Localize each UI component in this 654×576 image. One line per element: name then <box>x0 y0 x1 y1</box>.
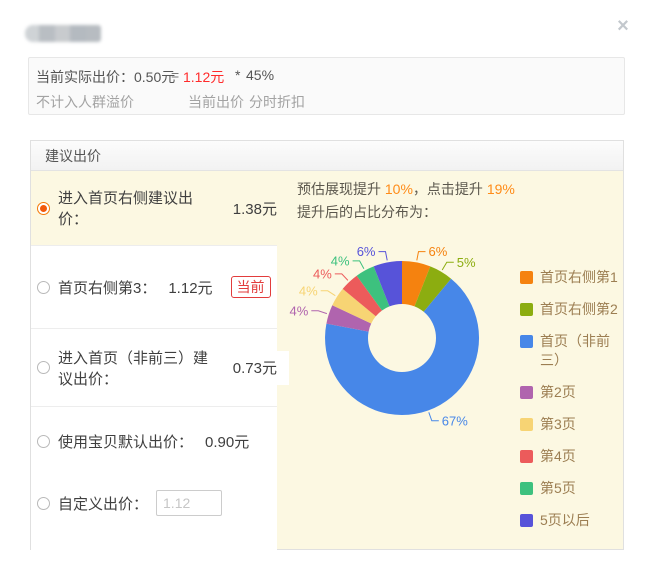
option-label: 进入首页右侧建议出价： <box>58 187 221 229</box>
donut-chart: 6%5%67%4%4%4%4%6% <box>277 231 522 443</box>
slice-percent-label: 67% <box>442 413 468 428</box>
label-overflow-patch <box>277 351 289 385</box>
legend-item: 第2页 <box>520 383 622 402</box>
option-value: 0.90元 <box>205 431 249 452</box>
legend-item: 第3页 <box>520 415 622 434</box>
label-leader-line <box>335 274 348 281</box>
legend-item: 首页右侧第2 <box>520 300 622 319</box>
chart-legend: 首页右侧第1 首页右侧第2 首页（非前三） 第2页第3页第4页第5页 5页以后 <box>520 268 622 543</box>
option-value: 0.73元 <box>233 357 277 378</box>
custom-bid-input[interactable] <box>156 490 222 516</box>
label-leader-line <box>429 412 439 421</box>
legend-swatch <box>520 386 533 399</box>
equals-sign: = <box>171 67 179 83</box>
legend-swatch <box>520 514 533 527</box>
estimate-line1: 预估展现提升 10%，点击提升 19% <box>297 179 515 199</box>
radio-homepage-not-top3[interactable] <box>37 361 50 374</box>
legend-label: 第5页 <box>540 479 576 498</box>
legend-swatch <box>520 482 533 495</box>
option-value: 1.38元 <box>233 198 277 219</box>
label-leader-line <box>321 291 336 296</box>
current-bid-summary: 当前实际出价：0.50元 = 1.12元 * 45% 不计入人群溢价 当前出价 … <box>28 57 625 115</box>
radio-homepage-right-3rd[interactable] <box>37 281 50 294</box>
impression-lift-value: 10% <box>385 181 413 197</box>
bid-option-homepage-right-3rd[interactable]: 首页右侧第3： 1.12元 当前 <box>31 246 277 329</box>
current-badge: 当前 <box>231 276 271 298</box>
legend-label: 5页以后 <box>540 511 590 530</box>
label-leader-line <box>417 252 426 261</box>
legend-label: 首页右侧第2 <box>540 300 618 319</box>
discount-value: 45% <box>246 67 274 83</box>
estimate-text2: ，点击提升 <box>413 181 487 197</box>
label-leader-line <box>379 252 388 261</box>
legend-swatch <box>520 303 533 316</box>
slice-percent-label: 6% <box>429 244 448 259</box>
radio-item-default[interactable] <box>37 435 50 448</box>
redacted-title <box>25 25 101 42</box>
radio-custom-bid[interactable] <box>37 497 50 510</box>
estimate-line2: 提升后的占比分布为： <box>297 202 437 222</box>
legend-swatch <box>520 450 533 463</box>
legend-item: 5页以后 <box>520 511 622 530</box>
note-time-discount: 分时折扣 <box>249 92 305 112</box>
legend-swatch <box>520 335 533 348</box>
label-leader-line <box>442 262 454 270</box>
label-leader-line <box>311 311 327 314</box>
option-value: 1.12元 <box>168 277 212 298</box>
legend-label: 首页（非前三） <box>540 332 622 370</box>
bid-option-custom[interactable]: 自定义出价： <box>31 490 277 516</box>
note-current-bid: 当前出价 <box>188 92 244 112</box>
radio-homepage-right[interactable] <box>37 202 50 215</box>
current-price-value: 1.12元 <box>183 67 224 87</box>
click-lift-value: 19% <box>487 181 515 197</box>
legend-label: 第4页 <box>540 447 576 466</box>
slice-percent-label: 4% <box>313 266 332 281</box>
note-no-crowd-premium: 不计入人群溢价 <box>36 92 134 112</box>
actual-bid-label: 当前实际出价：0.50元 <box>36 67 175 87</box>
multiply-sign: * <box>235 67 240 83</box>
panel-title: 建议出价 <box>31 141 623 171</box>
legend-item: 第5页 <box>520 479 622 498</box>
option-label: 自定义出价： <box>58 493 148 514</box>
option-label: 进入首页（非前三）建议出价： <box>58 347 221 389</box>
estimate-chart-pane: 预估展现提升 10%，点击提升 19% 提升后的占比分布为： 6% 5% 67% 4%… <box>277 171 623 549</box>
legend-item: 第4页 <box>520 447 622 466</box>
suggested-bid-panel: 建议出价 预估展现提升 10%，点击提升 19% 提升后的占比分布为： 6% 5%… <box>30 140 624 550</box>
bid-option-group: 使用宝贝默认出价： 0.90元 自定义出价： <box>31 431 277 571</box>
estimate-text1: 预估展现提升 <box>297 181 385 197</box>
slice-percent-label: 4% <box>299 283 318 298</box>
bid-option-homepage-not-top3[interactable]: 进入首页（非前三）建议出价： 0.73元 <box>31 329 277 407</box>
option-label: 首页右侧第3： <box>58 277 156 298</box>
slice-percent-label: 5% <box>457 255 476 270</box>
legend-swatch <box>520 271 533 284</box>
legend-item: 首页（非前三） <box>520 332 622 370</box>
option-label: 使用宝贝默认出价： <box>58 431 193 452</box>
legend-label: 首页右侧第1 <box>540 268 618 287</box>
bid-option-item-default[interactable]: 使用宝贝默认出价： 0.90元 <box>31 431 277 452</box>
slice-percent-label: 6% <box>357 244 376 259</box>
slice-percent-label: 4% <box>331 253 350 268</box>
legend-label: 第3页 <box>540 415 576 434</box>
legend-label: 第2页 <box>540 383 576 402</box>
bid-options-list: 进入首页右侧建议出价： 1.38元 首页右侧第3： 1.12元 当前 进入首页（… <box>31 171 277 549</box>
legend-swatch <box>520 418 533 431</box>
close-icon[interactable]: × <box>611 14 635 38</box>
label-leader-line <box>353 261 364 269</box>
legend-item: 首页右侧第1 <box>520 268 622 287</box>
bid-option-homepage-right[interactable]: 进入首页右侧建议出价： 1.38元 <box>31 171 277 246</box>
slice-percent-label: 4% <box>290 303 309 318</box>
